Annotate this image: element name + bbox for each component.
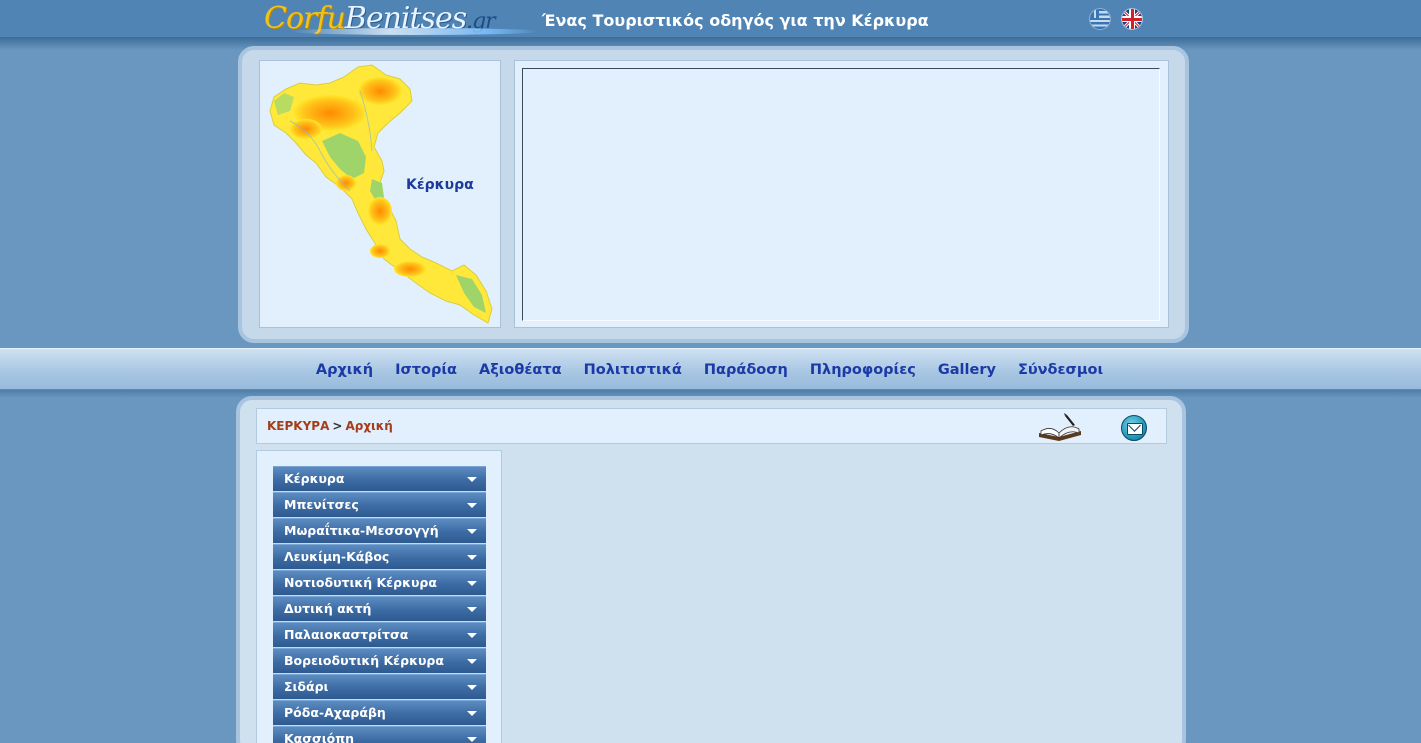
main-navigation: Αρχική Ιστορία Αξιοθέατα Πολιτιστικά Παρ… (0, 348, 1421, 390)
sidebar-item-label: Ρόδα-Αχαράβη (284, 705, 386, 720)
breadcrumb-bar: ΚΕΡΚΥΡΑ > Αρχική (256, 408, 1167, 444)
sidebar-item[interactable]: Βορειοδυτική Κέρκυρα (273, 648, 486, 674)
chevron-down-icon (467, 477, 477, 482)
chevron-down-icon (467, 503, 477, 508)
sidebar-item-label: Βορειοδυτική Κέρκυρα (284, 653, 444, 668)
top-header-bar: CorfuBenitses.gr Ένας Τουριστικός οδηγός… (0, 0, 1421, 38)
banner-panel (514, 60, 1169, 328)
sidebar-item-label: Σιδάρι (284, 679, 329, 694)
sidebar-item-label: Παλαιοκαστρίτσα (284, 627, 409, 642)
sidebar-item-label: Δυτική ακτή (284, 601, 372, 616)
sidebar-item[interactable]: Σιδάρι (273, 674, 486, 700)
nav-item-home[interactable]: Αρχική (305, 362, 384, 378)
nav-item-links[interactable]: Σύνδεσμοι (1007, 362, 1114, 378)
chevron-down-icon (467, 607, 477, 612)
chevron-down-icon (467, 737, 477, 742)
uk-flag-icon[interactable] (1122, 9, 1142, 29)
chevron-down-icon (467, 555, 477, 560)
sidebar-item[interactable]: Κασσιόπη (273, 726, 486, 743)
breadcrumb-current[interactable]: Αρχική (345, 419, 392, 433)
chevron-down-icon (467, 581, 477, 586)
nav-item-gallery[interactable]: Gallery (927, 362, 1007, 378)
book-icon[interactable] (1037, 411, 1085, 443)
nav-item-culture[interactable]: Πολιτιστικά (573, 362, 693, 378)
map-label-kerkyra[interactable]: Κέρκυρα (406, 177, 474, 193)
sidebar-item[interactable]: Νοτιοδυτική Κέρκυρα (273, 570, 486, 596)
sidebar-item[interactable]: Λευκίμη-Κάβος (273, 544, 486, 570)
banner-slideshow-frame (522, 68, 1160, 321)
breadcrumb-separator: > (332, 419, 343, 433)
corfu-map-image[interactable] (260, 61, 502, 329)
nav-item-sights[interactable]: Αξιοθέατα (468, 362, 573, 378)
sidebar-item[interactable]: Παλαιοκαστρίτσα (273, 622, 486, 648)
nav-item-tradition[interactable]: Παράδοση (693, 362, 799, 378)
chevron-down-icon (467, 659, 477, 664)
nav-item-information[interactable]: Πληροφορίες (799, 362, 927, 378)
chevron-down-icon (467, 685, 477, 690)
chevron-down-icon (467, 633, 477, 638)
sidebar-item-label: Λευκίμη-Κάβος (284, 549, 390, 564)
sidebar-item[interactable]: Μωραΐτικα-Μεσσογγή (273, 518, 486, 544)
main-content-area (516, 450, 1166, 743)
chevron-down-icon (467, 529, 477, 534)
sidebar-item-label: Κασσιόπη (284, 731, 354, 743)
sidebar-item-label: Μωραΐτικα-Μεσσογγή (284, 523, 439, 538)
mail-icon[interactable] (1121, 415, 1147, 441)
nav-items: Αρχική Ιστορία Αξιοθέατα Πολιτιστικά Παρ… (0, 349, 1421, 391)
greek-flag-icon[interactable] (1090, 9, 1110, 29)
sidebar-item[interactable]: Μπενίτσες (273, 492, 486, 518)
sidebar-menu: Κέρκυρα Μπενίτσες Μωραΐτικα-Μεσσογγή Λευκίμ… (273, 466, 486, 743)
breadcrumb: ΚΕΡΚΥΡΑ > Αρχική (267, 419, 393, 433)
sidebar-item[interactable]: Κέρκυρα (273, 466, 486, 492)
sidebar-item-label: Κέρκυρα (284, 471, 345, 486)
sidebar-item[interactable]: Ρόδα-Αχαράβη (273, 700, 486, 726)
sidebar-item-label: Νοτιοδυτική Κέρκυρα (284, 575, 437, 590)
logo-swoosh (290, 28, 540, 35)
breadcrumb-root[interactable]: ΚΕΡΚΥΡΑ (267, 419, 329, 433)
chevron-down-icon (467, 711, 477, 716)
sidebar-item-label: Μπενίτσες (284, 497, 359, 512)
map-panel: Κέρκυρα (259, 60, 501, 328)
site-tagline: Ένας Τουριστικός οδηγός για την Κέρκυρα (542, 11, 929, 30)
nav-item-history[interactable]: Ιστορία (384, 362, 468, 378)
sidebar-item[interactable]: Δυτική ακτή (273, 596, 486, 622)
sidebar-panel: Κέρκυρα Μπενίτσες Μωραΐτικα-Μεσσογγή Λευκίμ… (256, 450, 502, 743)
